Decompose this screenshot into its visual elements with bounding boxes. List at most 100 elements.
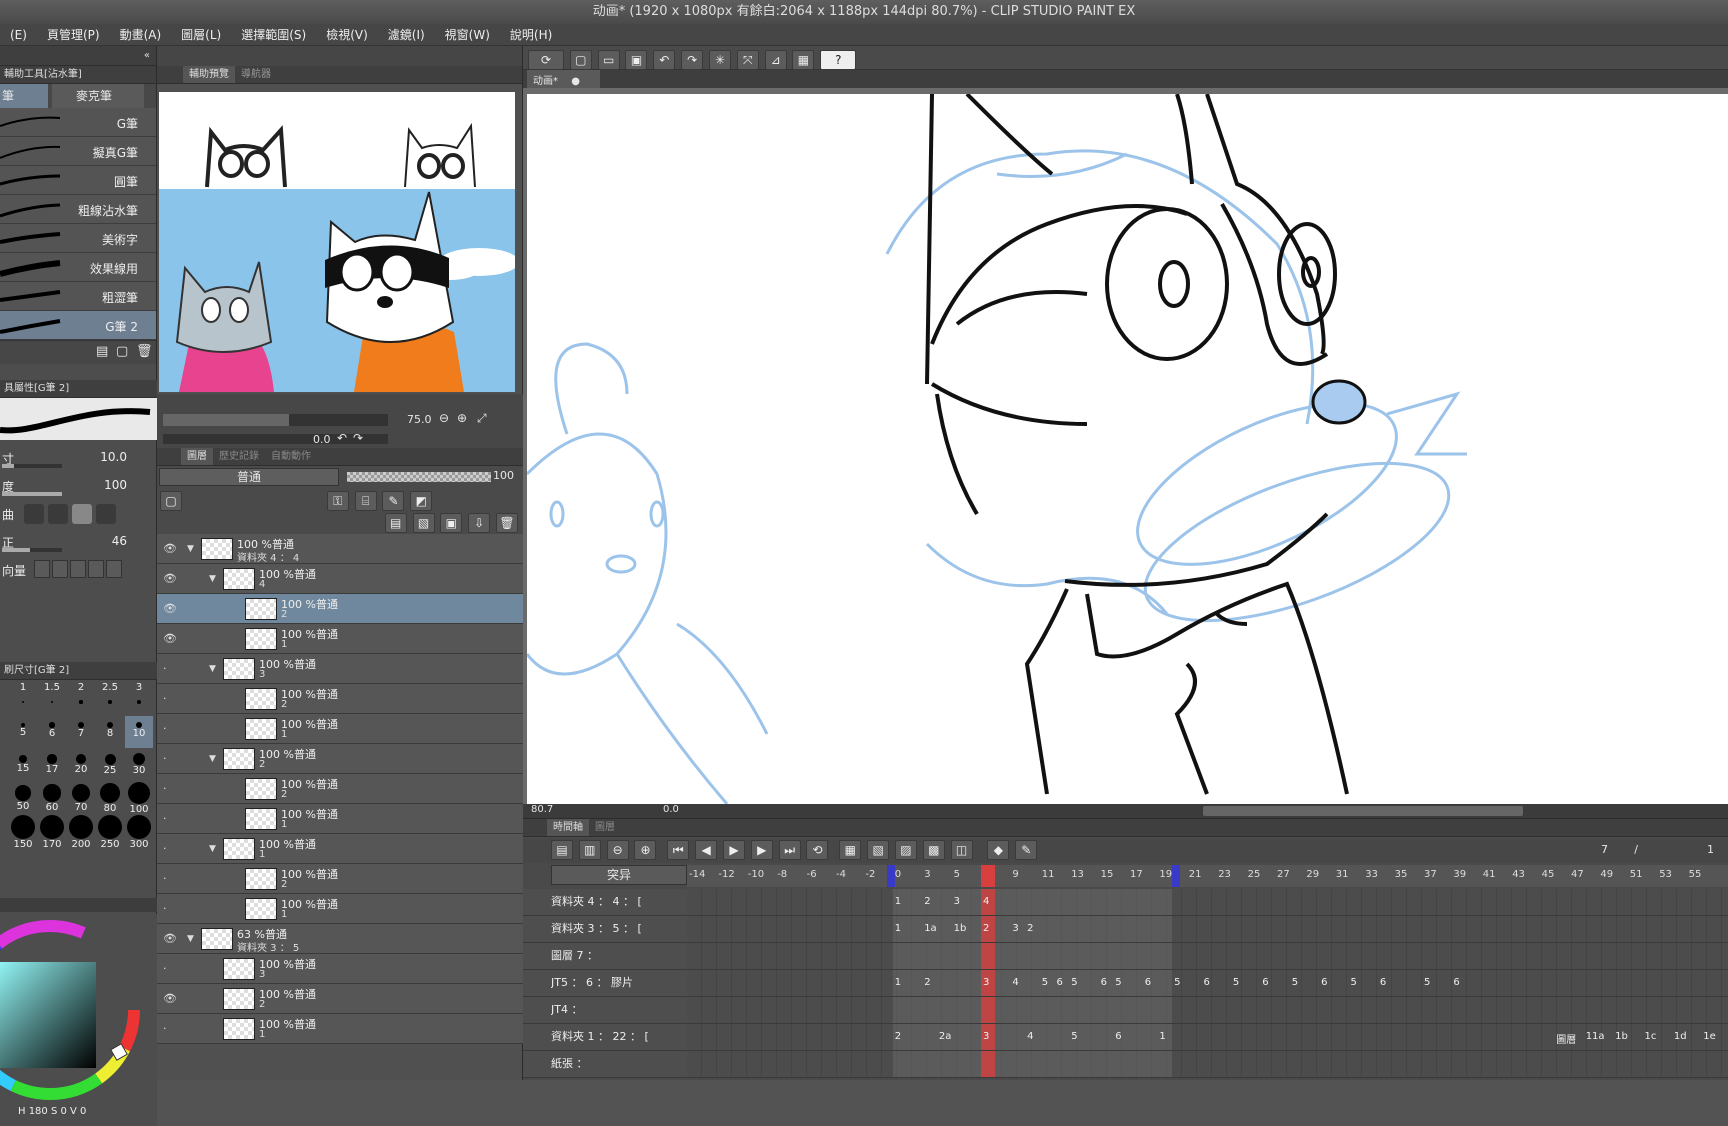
track-cells[interactable] xyxy=(687,1051,1728,1077)
vector-magnet-options[interactable] xyxy=(34,560,122,578)
track-cells[interactable]: 1 1a 1b 2 3 2 xyxy=(687,916,1728,942)
play-icon[interactable]: ▶ xyxy=(722,840,745,860)
size-slider[interactable] xyxy=(2,464,62,468)
brush-size-cell[interactable]: 50 xyxy=(9,784,37,816)
cel-label[interactable]: 1a xyxy=(924,923,937,934)
brush-size-cell[interactable]: 15 xyxy=(9,750,37,782)
visibility-eye-icon[interactable]: 👁 xyxy=(163,632,177,646)
new-folder-icon[interactable]: ▣ xyxy=(440,513,463,533)
help-icon[interactable]: ? xyxy=(820,50,857,70)
layer-color-icon[interactable]: ▢ xyxy=(160,491,182,511)
layer-row[interactable]: · 100 %普通 1 xyxy=(157,804,523,834)
next-frame-icon[interactable]: ▶ xyxy=(750,840,773,860)
brush-size-cell[interactable] xyxy=(0,784,8,816)
tab-timeline[interactable]: 時間軸 xyxy=(547,819,589,836)
layer-row[interactable]: · 100 %普通 3 xyxy=(157,954,523,984)
cel-label[interactable]: 6 xyxy=(1453,977,1459,988)
brush-size-cell[interactable] xyxy=(0,750,8,782)
cel-label[interactable]: 1e xyxy=(1703,1031,1716,1042)
end-marker[interactable] xyxy=(1172,865,1181,887)
new-timeline-icon[interactable]: ▤ xyxy=(551,840,573,860)
visibility-eye-icon[interactable]: · xyxy=(163,842,177,856)
first-frame-icon[interactable]: ⏮ xyxy=(667,840,690,860)
brush-size-cell[interactable]: 6 xyxy=(38,716,66,748)
sub-view-preview[interactable] xyxy=(159,92,515,392)
layer-row[interactable]: · ▼ 100 %普通 2 xyxy=(157,744,523,774)
layer-row[interactable]: · ▼ 100 %普通 1 xyxy=(157,834,523,864)
rotate-value[interactable]: 0.0 xyxy=(313,433,331,446)
cel-label[interactable]: 2 xyxy=(895,1031,901,1042)
cel-label[interactable]: 11a xyxy=(1586,1031,1605,1042)
cel-label[interactable]: 4 xyxy=(983,896,989,907)
new-raster-layer-icon[interactable]: ▤ xyxy=(384,513,407,533)
layer-row[interactable]: · 100 %普通 2 xyxy=(157,774,523,804)
visibility-eye-icon[interactable]: · xyxy=(163,902,177,916)
visibility-eye-icon[interactable]: · xyxy=(163,782,177,796)
new-anim-cel-icon[interactable]: ▧ xyxy=(867,840,890,860)
cel-label[interactable]: 5 xyxy=(1174,977,1180,988)
brush-size-cell[interactable]: 25 xyxy=(96,750,124,782)
clip-studio-icon[interactable]: ⟳ xyxy=(528,50,564,70)
layer-row[interactable]: 👁 ▼ 100 %普通 4 xyxy=(157,564,523,594)
stabilization-slider[interactable] xyxy=(2,548,62,552)
brush-size-cell[interactable]: 20 xyxy=(67,750,95,782)
cel-label[interactable]: 5 xyxy=(1071,977,1077,988)
cel-label[interactable]: 6 xyxy=(1262,977,1268,988)
mask-icon[interactable]: ◩ xyxy=(410,491,433,511)
brush-size-cell[interactable]: 70 xyxy=(67,783,95,816)
playhead[interactable] xyxy=(981,865,995,887)
layer-row[interactable]: · 100 %普通 2 xyxy=(157,684,523,714)
brush-item[interactable]: 粗澀筆 xyxy=(0,282,156,311)
prev-frame-icon[interactable]: ◀ xyxy=(695,840,718,860)
rotate-left-icon[interactable]: ↶ xyxy=(337,431,347,445)
timeline-track[interactable]: 紙張 ： xyxy=(523,1051,1728,1078)
tab-navigator[interactable]: 導航器 xyxy=(235,66,277,83)
tab-layer[interactable]: 圖層 xyxy=(181,448,213,465)
layer-row[interactable]: · 100 %普通 1 xyxy=(157,1014,523,1044)
menu-item-0[interactable]: (E) xyxy=(0,28,37,42)
onion-skin-icon[interactable]: ◫ xyxy=(950,840,973,860)
aa-none-button[interactable] xyxy=(24,504,44,524)
visibility-eye-icon[interactable]: 👁 xyxy=(163,572,177,586)
brush-size-cell[interactable]: 170 xyxy=(38,815,66,850)
track-cells[interactable]: 12345656565656565656 xyxy=(687,970,1728,996)
start-marker[interactable] xyxy=(886,865,895,887)
brush-size-cell[interactable]: 3 xyxy=(125,682,153,714)
layer-row[interactable]: 👁 100 %普通 2 xyxy=(157,594,523,624)
blend-mode-select[interactable]: 普通 xyxy=(159,468,339,486)
menu-item-5[interactable]: 檢視(V) xyxy=(316,26,378,43)
menu-item-2[interactable]: 動畫(A) xyxy=(110,26,172,43)
save-icon[interactable]: ▣ xyxy=(625,50,648,70)
track-cells[interactable] xyxy=(687,997,1728,1023)
visibility-eye-icon[interactable]: · xyxy=(163,962,177,976)
layer-row[interactable]: · 100 %普通 1 xyxy=(157,714,523,744)
timeline-track[interactable]: JT5 ： 6 ： 膠片 1 2 3 4 5 6 5 6 5 6 5 6 5 6 5 6 5 6 5 6 xyxy=(523,970,1728,997)
zoom-out-icon[interactable]: ⊖ xyxy=(439,411,449,425)
timeline-track[interactable]: 資料夾 1 ： 22 ： [2 2a 3 4 5 6 1 圖層 11a 1b 1c 1d 1e xyxy=(523,1024,1728,1051)
layer-row[interactable]: 👁 100 %普通 1 xyxy=(157,624,523,654)
loop-icon[interactable]: ⟲ xyxy=(806,840,829,860)
cel-label[interactable]: 1 xyxy=(895,977,901,988)
frame-ruler[interactable]: -14-12-10-8-6-4-203579111315171921232527… xyxy=(687,865,1728,887)
cel-label[interactable]: 5 xyxy=(1292,977,1298,988)
cel-label[interactable]: 1d xyxy=(1674,1031,1687,1042)
brush-size-cell[interactable]: 150 xyxy=(9,815,37,850)
subtool-tab-pen[interactable]: 筆 xyxy=(0,84,48,108)
visibility-eye-icon[interactable]: · xyxy=(163,752,177,766)
timeline-track[interactable]: 圖層 7 ： xyxy=(523,943,1728,970)
brush-item[interactable]: 擬真G筆 xyxy=(0,137,156,166)
aa-strong-button[interactable] xyxy=(96,504,116,524)
cel-label[interactable]: 1c xyxy=(1645,1031,1657,1042)
horizontal-scrollbar[interactable] xyxy=(1203,806,1523,816)
lock-icon[interactable]: ⚿ xyxy=(326,491,349,511)
snap-grid-icon[interactable]: ▦ xyxy=(792,50,815,70)
brush-size-cell[interactable]: 30 xyxy=(125,750,153,782)
cel-label[interactable]: 4 xyxy=(1027,1031,1033,1042)
transform-icon[interactable]: ⤧ xyxy=(736,50,759,70)
track-cells[interactable] xyxy=(687,943,1728,969)
drawing-canvas[interactable] xyxy=(527,94,1728,804)
tab-timeline-layer[interactable]: 圖層 xyxy=(589,819,621,836)
rotate-right-icon[interactable]: ↷ xyxy=(353,431,363,445)
brush-size-cell[interactable]: 5 xyxy=(9,716,37,748)
delete-cel-icon[interactable]: ▩ xyxy=(922,840,945,860)
